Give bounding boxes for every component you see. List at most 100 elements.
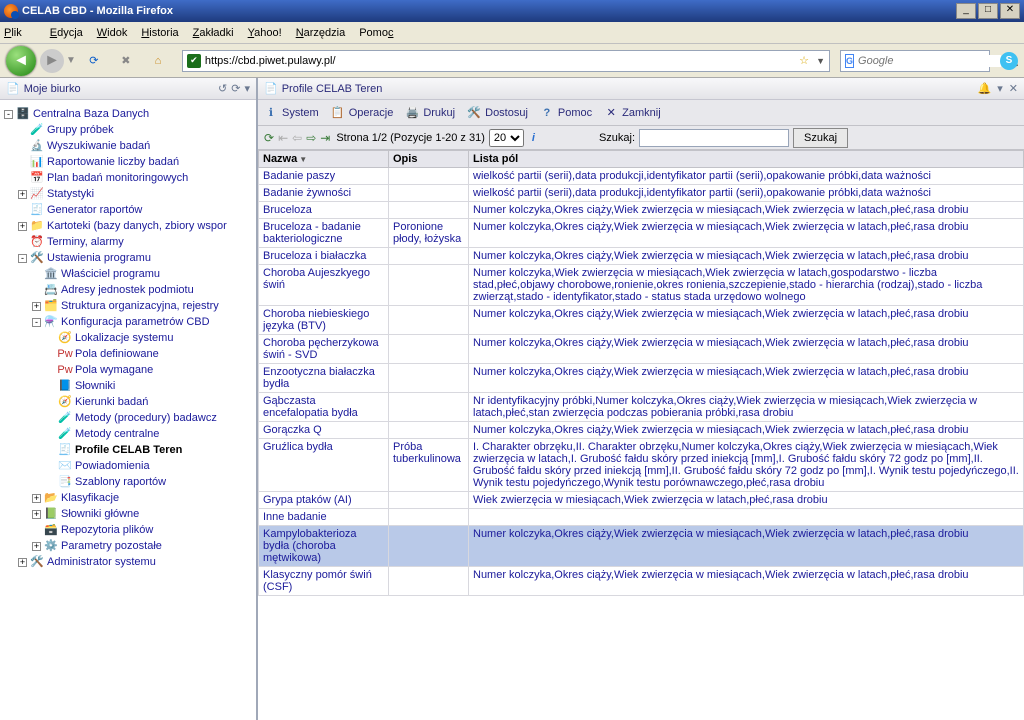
tree-wyszukiwanie-badan[interactable]: Wyszukiwanie badań: [47, 138, 150, 154]
history-dropdown-icon[interactable]: ▼: [66, 55, 76, 66]
left-panel-share-icon[interactable]: ↺: [218, 82, 227, 95]
home-icon[interactable]: ⌂: [148, 51, 168, 71]
table-row[interactable]: Bruceloza - badanie bakteriologicznePoro…: [259, 219, 1024, 248]
toolbar-system[interactable]: ℹSystem: [264, 106, 319, 120]
next-page-icon[interactable]: ⇨: [306, 131, 316, 145]
tree-toggle[interactable]: +: [18, 222, 27, 231]
maximize-button[interactable]: □: [978, 3, 998, 19]
first-page-icon[interactable]: ⇤: [278, 131, 288, 145]
page-size-select[interactable]: 20: [489, 129, 524, 147]
skype-icon[interactable]: S: [1000, 52, 1018, 70]
tree-struktura-org[interactable]: Struktura organizacyjna, rejestry: [61, 298, 219, 314]
back-button[interactable]: ◄: [6, 46, 36, 76]
tree-toggle[interactable]: +: [32, 302, 41, 311]
tree-generator-raportow[interactable]: Generator raportów: [47, 202, 142, 218]
tree-administrator[interactable]: Administrator systemu: [47, 554, 156, 570]
last-page-icon[interactable]: ⇥: [320, 131, 330, 145]
tree-grupy-probek[interactable]: Grupy próbek: [47, 122, 114, 138]
tree-pola-wymagane[interactable]: Pola wymagane: [75, 362, 153, 378]
minimize-button[interactable]: _: [956, 3, 976, 19]
prev-page-icon[interactable]: ⇦: [292, 131, 302, 145]
table-row[interactable]: Klasyczny pomór świń (CSF)Numer kolczyka…: [259, 567, 1024, 596]
forward-button[interactable]: ►: [40, 49, 64, 73]
table-row[interactable]: Gruźlica bydłaPróba tuberkulinowaI. Char…: [259, 439, 1024, 492]
url-input[interactable]: [205, 55, 795, 67]
menu-plik[interactable]: Plik: [4, 27, 36, 39]
toolbar-dostosuj[interactable]: 🛠️Dostosuj: [467, 106, 528, 120]
table-row[interactable]: Enzootyczna białaczka bydłaNumer kolczyk…: [259, 364, 1024, 393]
menu-edycja[interactable]: Edycja: [50, 27, 83, 39]
table-row[interactable]: Inne badanie: [259, 509, 1024, 526]
table-row[interactable]: Choroba Aujeszkyego świńNumer kolczyka,W…: [259, 265, 1024, 306]
tree-szablony-raportow[interactable]: Szablony raportów: [75, 474, 166, 490]
bookmark-star-icon[interactable]: ☆ ▼: [799, 54, 825, 67]
tree-toggle[interactable]: -: [4, 110, 13, 119]
tree-toggle[interactable]: -: [18, 254, 27, 263]
notify-icon[interactable]: 🔔: [978, 82, 992, 95]
tree-adresy-jednostek[interactable]: Adresy jednostek podmiotu: [61, 282, 194, 298]
menu-zakladki[interactable]: Zakładki: [193, 27, 234, 39]
reload-data-icon[interactable]: ⟳: [264, 131, 274, 145]
tree-klasyfikacje[interactable]: Klasyfikacje: [61, 490, 119, 506]
tree-metody-badawcze[interactable]: Metody (procedury) badawcz: [75, 410, 217, 426]
table-row[interactable]: Gorączka QNumer kolczyka,Okres ciąży,Wie…: [259, 422, 1024, 439]
column-header-lista-pol[interactable]: Lista pól: [469, 151, 1024, 168]
table-row[interactable]: Bruceloza i białaczkaNumer kolczyka,Okre…: [259, 248, 1024, 265]
toolbar-pomoc[interactable]: ?Pomoc: [540, 106, 592, 120]
close-panel-icon[interactable]: ✕: [1009, 82, 1018, 95]
tree-wlasciciel[interactable]: Właściciel programu: [61, 266, 160, 282]
table-row[interactable]: Choroba niebieskiego języka (BTV)Numer k…: [259, 306, 1024, 335]
table-row[interactable]: Badanie żywnościwielkość partii (serii),…: [259, 185, 1024, 202]
menu-historia[interactable]: Historia: [141, 27, 178, 39]
search-input[interactable]: [639, 129, 789, 147]
table-row[interactable]: Gąbczasta encefalopatia bydłaNr identyfi…: [259, 393, 1024, 422]
close-button[interactable]: ✕: [1000, 3, 1020, 19]
tree-profile-celab-teren[interactable]: Profile CELAB Teren: [75, 442, 182, 458]
toolbar-operacje[interactable]: 📋Operacje: [331, 106, 394, 120]
dropdown-icon[interactable]: ▾: [997, 82, 1003, 95]
tree-konfiguracja-cbd[interactable]: Konfiguracja parametrów CBD: [61, 314, 210, 330]
tree-slowniki-glowne[interactable]: Słowniki główne: [61, 506, 139, 522]
tree-parametry-pozostale[interactable]: Parametry pozostałe: [61, 538, 162, 554]
tree-toggle[interactable]: +: [32, 494, 41, 503]
menu-narzedzia[interactable]: Narzędzia: [296, 27, 346, 39]
url-dropdown-icon[interactable]: ▼: [816, 56, 825, 66]
tree-toggle[interactable]: +: [18, 190, 27, 199]
menu-widok[interactable]: Widok: [97, 27, 128, 39]
tree-slowniki[interactable]: Słowniki: [75, 378, 115, 394]
tree-lokalizacje[interactable]: Lokalizacje systemu: [75, 330, 173, 346]
left-panel-menu-icon[interactable]: ▾: [244, 82, 250, 95]
column-header-opis[interactable]: Opis: [389, 151, 469, 168]
tree-raportowanie[interactable]: Raportowanie liczby badań: [47, 154, 179, 170]
reload-icon[interactable]: ⟳: [84, 51, 104, 71]
table-row[interactable]: Kampylobakterioza bydła (choroba mętwiko…: [259, 526, 1024, 567]
tree-repozytoria[interactable]: Repozytoria plików: [61, 522, 153, 538]
tree-metody-centralne[interactable]: Metody centralne: [75, 426, 159, 442]
table-row[interactable]: Grypa ptaków (AI)Wiek zwierzęcia w miesi…: [259, 492, 1024, 509]
search-button[interactable]: Szukaj: [793, 128, 848, 148]
tree-powiadomienia[interactable]: Powiadomienia: [75, 458, 150, 474]
tree-plan-badan[interactable]: Plan badań monitoringowych: [47, 170, 188, 186]
tree-kierunki-badan[interactable]: Kierunki badań: [75, 394, 148, 410]
google-icon[interactable]: G: [845, 54, 854, 68]
tree-terminy-alarmy[interactable]: Terminy, alarmy: [47, 234, 124, 250]
tree-kartoteki[interactable]: Kartoteki (bazy danych, zbiory wspor: [47, 218, 227, 234]
tree-toggle[interactable]: -: [32, 318, 41, 327]
menu-yahoo[interactable]: Yahoo!: [248, 27, 282, 39]
tree-toggle[interactable]: +: [18, 558, 27, 567]
table-row[interactable]: Choroba pęcherzykowa świń - SVDNumer kol…: [259, 335, 1024, 364]
info-icon[interactable]: i: [532, 132, 535, 144]
tree-pola-definiowane[interactable]: Pola definiowane: [75, 346, 159, 362]
tree-ustawienia-programu[interactable]: Ustawienia programu: [47, 250, 151, 266]
toolbar-zamknij[interactable]: ✕Zamknij: [604, 106, 661, 120]
table-row[interactable]: BrucelozaNumer kolczyka,Okres ciąży,Wiek…: [259, 202, 1024, 219]
tree-toggle[interactable]: +: [32, 510, 41, 519]
menu-pomoc[interactable]: Pomoc: [359, 27, 393, 39]
table-row[interactable]: Badanie paszywielkość partii (serii),dat…: [259, 168, 1024, 185]
browser-search-input[interactable]: [858, 55, 1001, 67]
tree-statystyki[interactable]: Statystyki: [47, 186, 94, 202]
tree-centralna-baza[interactable]: Centralna Baza Danych: [33, 106, 149, 122]
stop-icon[interactable]: ✖: [116, 51, 136, 71]
left-panel-refresh-icon[interactable]: ⟳: [231, 82, 240, 95]
tree-toggle[interactable]: +: [32, 542, 41, 551]
